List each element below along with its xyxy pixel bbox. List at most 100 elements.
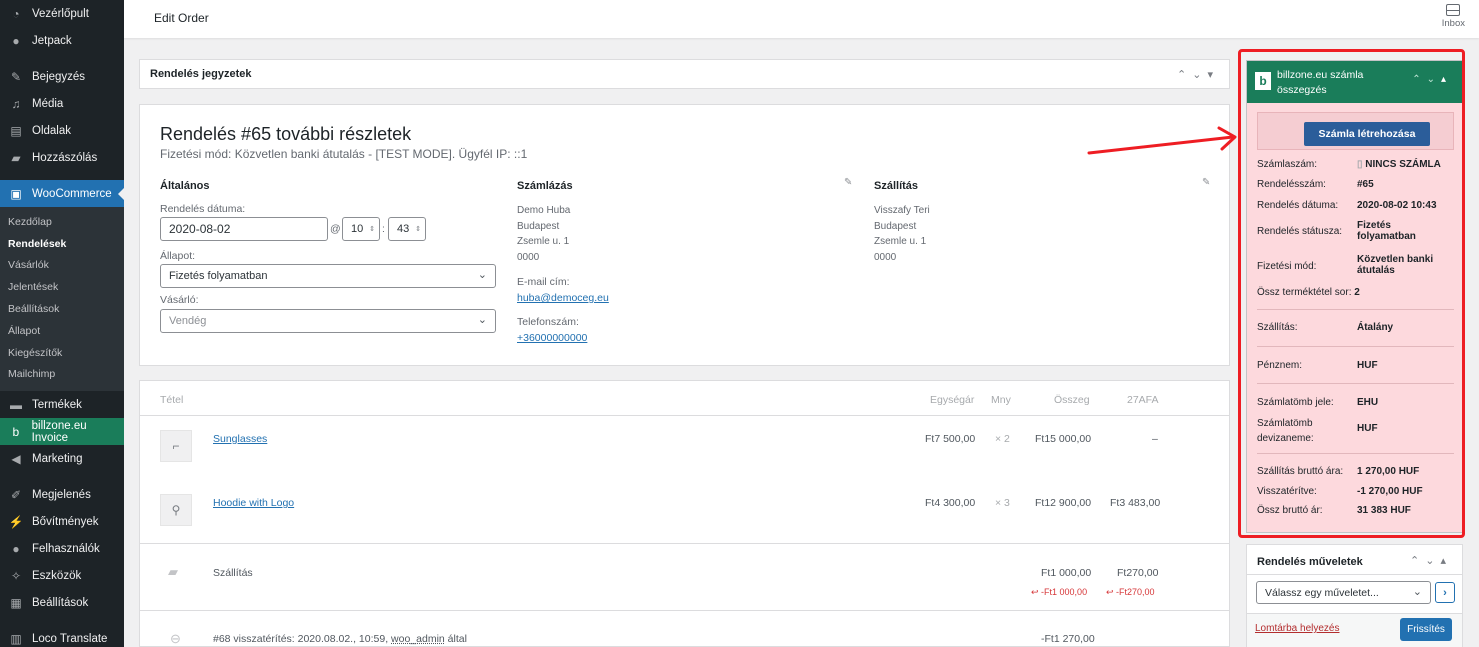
divider xyxy=(140,610,1229,611)
page-title: Edit Order xyxy=(154,11,209,25)
menu-users[interactable]: ● Felhasználók xyxy=(0,535,124,562)
status-value: Fizetés folyamatban xyxy=(169,270,268,282)
triangle-down-icon[interactable]: ▾ xyxy=(1207,69,1219,81)
menu-label: Marketing xyxy=(32,452,83,465)
top-bar: Edit Order Inbox xyxy=(124,0,1479,38)
action-select[interactable]: Válassz egy műveletet... ⌄ xyxy=(1256,581,1431,604)
trash-link[interactable]: Lomtárba helyezés xyxy=(1255,623,1340,634)
menu-settings[interactable]: ▦ Beállítások xyxy=(0,589,124,616)
col-item: Tétel xyxy=(160,394,184,406)
edit-shipping-pencil-icon[interactable]: ✎ xyxy=(1202,177,1210,188)
menu-woocommerce[interactable]: ▣ WooCommerce xyxy=(0,180,124,207)
shipping-refund-tax: ↩ -Ft270,00 xyxy=(1106,587,1155,597)
menu-label: Média xyxy=(32,97,64,110)
menu-billzone[interactable]: b billzone.eu Invoice xyxy=(0,418,124,446)
customer-select[interactable]: Vendég ⌄ xyxy=(160,309,496,333)
menu-marketing[interactable]: ◀ Marketing xyxy=(0,445,124,472)
col-tax: 27AFA xyxy=(1127,394,1159,406)
email-label: E-mail cím: xyxy=(517,276,570,288)
menu-media[interactable]: ♫ Média xyxy=(0,90,124,117)
menu-pages[interactable]: ▤ Oldalak xyxy=(0,117,124,144)
submenu-customers[interactable]: Vásárlók xyxy=(0,255,124,277)
user-icon: ● xyxy=(12,541,20,556)
submenu-reports[interactable]: Jelentések xyxy=(0,276,124,298)
col-unit-price: Egységár xyxy=(930,394,975,406)
menu-products[interactable]: ▬ Termékek xyxy=(0,391,124,418)
menu-loco-translate[interactable]: ▥ Loco Translate xyxy=(0,625,124,647)
refund-suffix: által xyxy=(447,633,467,645)
settings-icon: ▦ xyxy=(10,595,22,610)
divider xyxy=(140,415,1229,416)
edit-billing-pencil-icon[interactable]: ✎ xyxy=(844,177,852,188)
menu-label: Beállítások xyxy=(32,596,89,609)
line-total: Ft15 000,00 xyxy=(1035,433,1092,445)
chevron-up-icon[interactable]: ⌃ xyxy=(1410,555,1425,567)
truck-icon: ▰ xyxy=(168,564,178,579)
menu-label: Bejegyzés xyxy=(32,70,86,83)
chevron-up-icon[interactable]: ⌃ xyxy=(1177,69,1192,81)
chevron-down-icon: ⌄ xyxy=(1412,586,1422,598)
panel-controls[interactable]: ⌃⌄▴ xyxy=(1410,554,1452,567)
panel-title: Rendelés műveletek xyxy=(1257,556,1363,568)
menu-dashboard[interactable]: ◔ Vezérlőpult xyxy=(0,0,124,27)
email-link[interactable]: huba@democeg.eu xyxy=(517,292,609,304)
customer-placeholder: Vendég xyxy=(169,315,207,327)
panel-controls[interactable]: ⌃⌄▾ xyxy=(1177,68,1219,81)
submenu-extensions[interactable]: Kiegészítők xyxy=(0,342,124,364)
menu-label: Megjelenés xyxy=(32,488,91,501)
hour-input[interactable]: 10 ⇕ xyxy=(342,217,380,241)
menu-comments[interactable]: ▰ Hozzászólás xyxy=(0,144,124,171)
jetpack-icon: ● xyxy=(12,33,20,48)
menu-label: Bővítmények xyxy=(32,515,99,528)
status-select[interactable]: Fizetés folyamatban ⌄ xyxy=(160,264,496,288)
billzone-icon: b xyxy=(12,424,20,439)
spinner-icon[interactable]: ⇕ xyxy=(369,225,375,233)
submenu-orders[interactable]: Rendelések xyxy=(0,233,124,255)
phone-link[interactable]: +36000000000 xyxy=(517,332,587,344)
order-date-input[interactable]: 2020-08-02 xyxy=(160,217,328,241)
billing-title: Számlázás xyxy=(517,180,573,192)
menu-jetpack[interactable]: ● Jetpack xyxy=(0,27,124,54)
product-link[interactable]: Sunglasses xyxy=(213,433,267,445)
divider xyxy=(1247,574,1462,575)
submenu-home[interactable]: Kezdőlap xyxy=(0,211,124,233)
refund-user: woo_admin xyxy=(391,633,445,645)
refund-total: -Ft1 270,00 xyxy=(1041,633,1095,645)
quantity: × 3 xyxy=(995,497,1010,509)
menu-posts[interactable]: ✎ Bejegyzés xyxy=(0,63,124,90)
order-actions-panel: Rendelés műveletek ⌃⌄▴ Válassz egy művel… xyxy=(1246,544,1463,647)
submenu-settings[interactable]: Beállítások xyxy=(0,298,124,320)
submenu-mailchimp[interactable]: Mailchimp xyxy=(0,364,124,386)
apply-action-button[interactable]: › xyxy=(1435,582,1455,603)
shipping-name: Visszafy Teri xyxy=(874,205,930,216)
triangle-up-icon[interactable]: ▴ xyxy=(1440,555,1452,567)
unit-price: Ft7 500,00 xyxy=(925,433,976,445)
menu-label: Loco Translate xyxy=(32,632,108,645)
menu-plugins[interactable]: ⚡ Bővítmények xyxy=(0,508,124,535)
menu-label: Eszközök xyxy=(32,569,82,582)
refund-icon: ⊖ xyxy=(170,631,181,646)
divider xyxy=(140,543,1229,544)
chevron-down-icon: ⌄ xyxy=(477,314,487,326)
update-button[interactable]: Frissítés xyxy=(1400,618,1452,641)
submenu-status[interactable]: Állapot xyxy=(0,320,124,342)
order-data-panel: Rendelés #65 további részletek Fizetési … xyxy=(139,104,1230,366)
translate-icon: ▥ xyxy=(10,631,22,646)
chevron-down-icon[interactable]: ⌄ xyxy=(1425,555,1440,567)
menu-tools[interactable]: ✧ Eszközök xyxy=(0,562,124,589)
hour-value: 10 xyxy=(351,223,364,235)
menu-appearance[interactable]: ✐ Megjelenés xyxy=(0,481,124,508)
woocommerce-icon: ▣ xyxy=(10,186,22,201)
pin-icon: ✎ xyxy=(10,69,22,84)
product-link[interactable]: Hoodie with Logo xyxy=(213,497,294,509)
minute-input[interactable]: 43 ⇕ xyxy=(388,217,426,241)
spinner-icon[interactable]: ⇕ xyxy=(415,225,421,233)
menu-label: billzone.eu Invoice xyxy=(31,419,87,444)
brush-icon: ✐ xyxy=(10,487,22,502)
shipping-refund-total: ↩ -Ft1 000,00 xyxy=(1031,587,1088,597)
inbox-button[interactable]: Inbox xyxy=(1442,2,1465,29)
billing-zip: 0000 xyxy=(517,251,540,263)
col-qty: Mny xyxy=(991,394,1011,406)
order-heading: Rendelés #65 további részletek xyxy=(160,124,412,144)
chevron-down-icon[interactable]: ⌄ xyxy=(1192,69,1207,81)
